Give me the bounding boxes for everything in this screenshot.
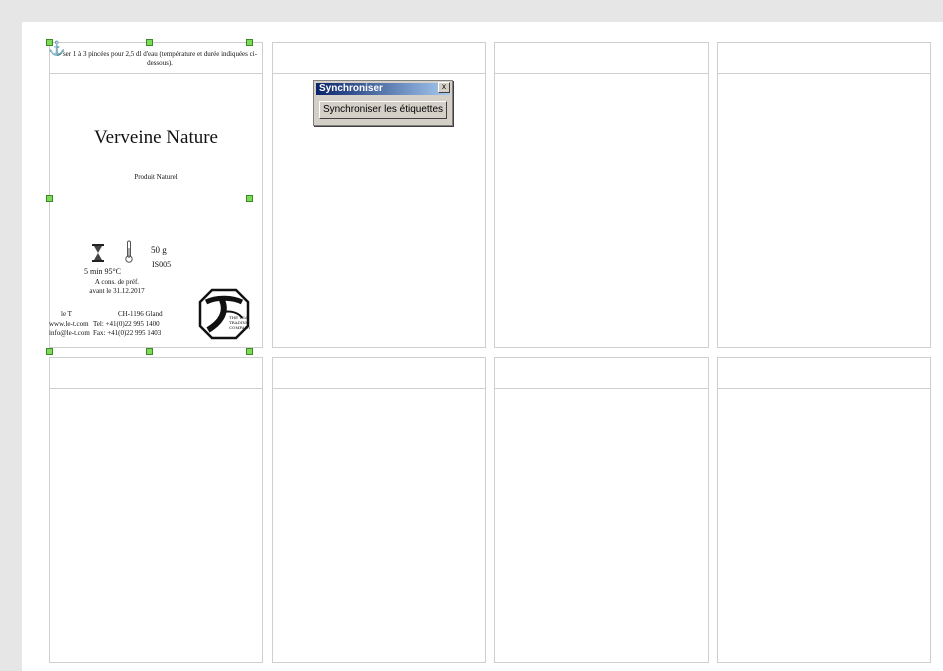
label-header — [273, 43, 485, 74]
selection-handle[interactable] — [146, 348, 153, 355]
label-cell-7[interactable] — [494, 357, 709, 663]
selection-handle[interactable] — [246, 348, 253, 355]
selection-handle[interactable] — [46, 348, 53, 355]
company-email: info@le-t.com — [49, 329, 90, 337]
label-cell-6[interactable] — [272, 357, 486, 663]
selection-handle[interactable] — [246, 195, 253, 202]
synchronize-dialog: Synchroniser x Synchroniser les étiquett… — [313, 80, 453, 126]
selection-handle[interactable] — [146, 39, 153, 46]
selection-handle[interactable] — [46, 195, 53, 202]
instructions-text: ser 1 à 3 pincées pour 2,5 dl d'eau (tem… — [62, 50, 258, 67]
label-cell-3[interactable] — [494, 42, 709, 348]
selection-handle[interactable] — [246, 39, 253, 46]
label-header — [50, 358, 262, 389]
label-cell-8[interactable] — [717, 357, 931, 663]
close-icon[interactable]: x — [438, 82, 450, 93]
hourglass-icon — [92, 244, 104, 262]
weight-text: 50 g — [151, 245, 167, 255]
label-header — [718, 43, 930, 74]
document-page: ⚓ ser 1 à 3 pincées pour 2,5 dl d'eau (t… — [22, 22, 943, 671]
company-website: www.le-t.com — [49, 320, 89, 328]
selection-handle[interactable] — [46, 39, 53, 46]
company-city: CH-1196 Gland — [118, 310, 163, 318]
time-temp-text: 5 min 95°C — [84, 267, 121, 276]
label-cell-5[interactable] — [49, 357, 263, 663]
best-before-line2: avant le 31.12.2017 — [89, 287, 145, 295]
dialog-title[interactable]: Synchroniser — [316, 83, 450, 95]
label-header — [495, 358, 708, 389]
company-name: le T — [61, 310, 72, 318]
label-header — [273, 358, 485, 389]
label-cell-4[interactable] — [717, 42, 931, 348]
company-fax: Fax: +41(0)22 995 1403 — [93, 329, 162, 337]
thermometer-icon — [125, 240, 133, 263]
label-header — [718, 358, 930, 389]
svg-text:COMPANY: COMPANY — [229, 325, 250, 330]
label-header — [495, 43, 708, 74]
iso-text: IS005 — [152, 260, 172, 269]
product-subtitle: Produit Naturel — [134, 173, 178, 181]
product-name: Verveine Nature — [94, 127, 218, 148]
synchronize-labels-button[interactable]: Synchroniser les étiquettes — [319, 101, 447, 119]
best-before-line1: A cons. de préf. — [94, 278, 140, 286]
brand-logo: THE TEA TRADING COMPANY — [198, 288, 250, 340]
company-phone: Tel: +41(0)22 995 1400 — [93, 320, 160, 328]
